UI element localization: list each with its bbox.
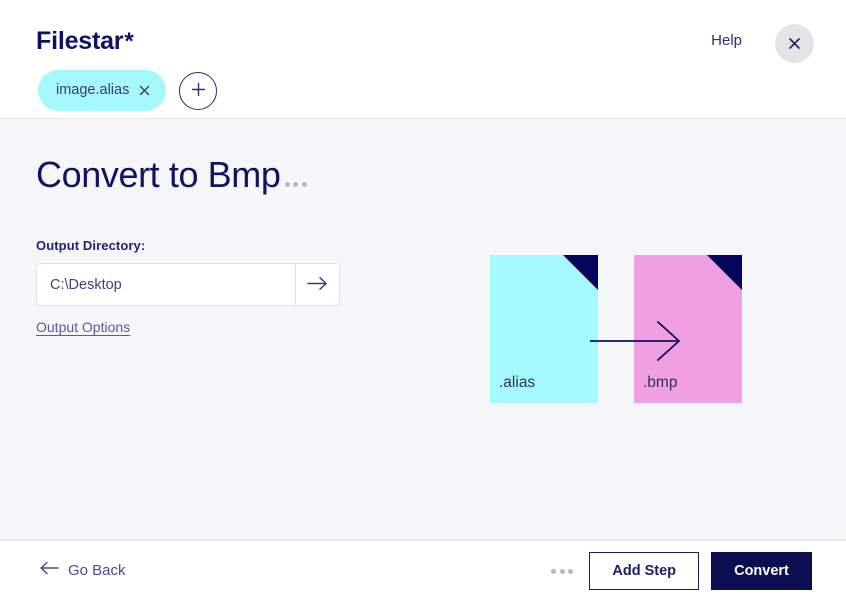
conversion-illustration: .alias .bmp: [490, 255, 742, 403]
main-content: Convert to Bmp Output Directory: C:\Desk…: [0, 119, 846, 540]
page-title: Convert to Bmp: [36, 157, 307, 193]
help-link[interactable]: Help: [711, 32, 742, 49]
go-back-label: Go Back: [68, 561, 126, 579]
arrow-left-icon: [40, 561, 59, 579]
app-logo: Filestar*: [36, 27, 134, 55]
output-directory-section: Output Directory: Output Options: [36, 238, 340, 337]
app-footer: Go Back Add Step Convert: [0, 540, 846, 600]
file-chip[interactable]: image.alias: [38, 70, 167, 111]
go-back-button[interactable]: Go Back: [40, 561, 126, 579]
dot: [301, 182, 307, 187]
dot: [284, 182, 290, 187]
brand-asterisk-icon: *: [124, 28, 134, 55]
close-window-button[interactable]: [775, 24, 814, 63]
plus-icon: [191, 82, 206, 100]
output-directory-field[interactable]: [36, 263, 340, 306]
output-directory-label: Output Directory:: [36, 238, 146, 253]
app-header: Filestar* Help image.alias: [0, 0, 846, 119]
file-chip-label: image.alias: [56, 82, 130, 99]
add-file-button[interactable]: [179, 71, 218, 110]
dot: [559, 568, 565, 574]
dot: [551, 568, 557, 574]
source-file-icon: .alias: [490, 255, 598, 403]
close-icon: [789, 38, 800, 49]
convert-button[interactable]: Convert: [711, 552, 812, 590]
browse-directory-button[interactable]: [295, 264, 339, 305]
file-chips-row: image.alias: [38, 70, 218, 111]
dot: [568, 568, 574, 574]
target-file-icon: .bmp: [634, 255, 742, 403]
output-options-link[interactable]: Output Options: [36, 319, 130, 335]
brand-name: Filestar: [36, 27, 124, 55]
dot: [293, 182, 299, 187]
more-options-icon[interactable]: [547, 568, 577, 574]
remove-file-icon[interactable]: [138, 84, 151, 97]
page-title-text: Convert to Bmp: [36, 154, 281, 195]
footer-actions: Add Step Convert: [547, 552, 812, 590]
ellipsis-icon[interactable]: [284, 182, 307, 193]
add-step-button[interactable]: Add Step: [589, 552, 699, 590]
output-directory-input[interactable]: [37, 264, 295, 305]
source-file-extension: .alias: [499, 373, 536, 391]
target-file-extension: .bmp: [643, 373, 678, 391]
arrow-right-icon: [307, 276, 328, 294]
filestar-window: Filestar* Help image.alias Convert to Bm…: [0, 0, 846, 600]
